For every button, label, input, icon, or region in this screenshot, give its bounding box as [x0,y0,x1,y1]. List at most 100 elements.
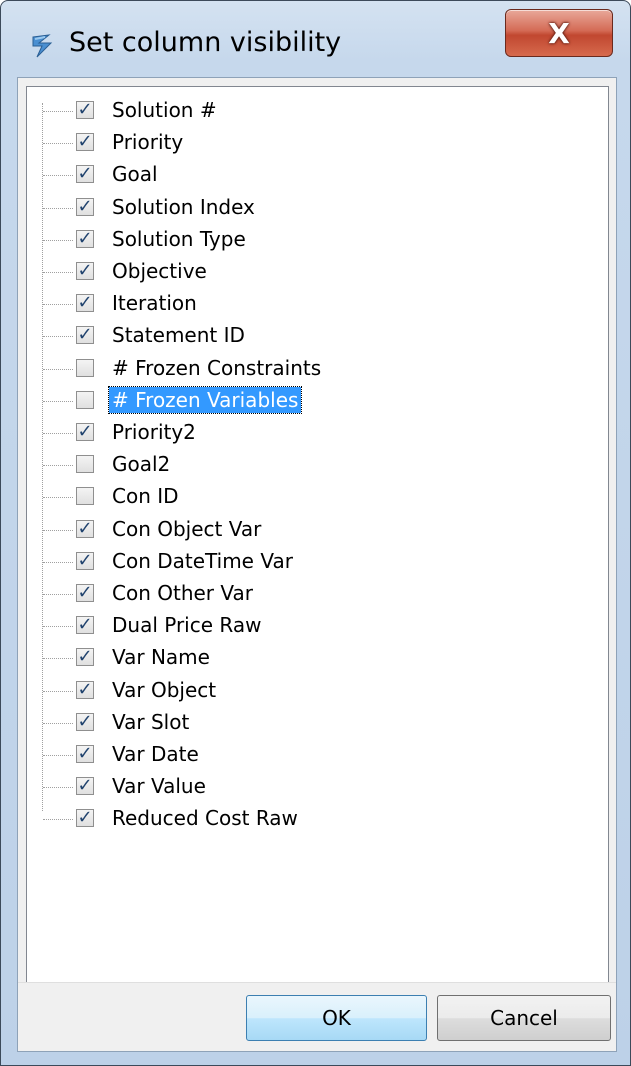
column-item[interactable]: ✓ Statement ID [27,320,608,352]
column-checkbox[interactable]: ✓ [76,227,94,249]
column-checkbox[interactable]: ✓ [76,584,94,602]
column-item[interactable]: ✓ Dual Price Raw [27,610,608,642]
column-label: Solution # [112,98,217,122]
column-checkbox[interactable]: ✓ [76,777,94,796]
checkmark-icon: ✓ [77,163,93,185]
tree-branch-line [43,207,73,209]
column-item[interactable]: ✓ Solution # [27,95,608,127]
checkmark-icon: ✓ [77,292,93,314]
column-checkbox[interactable] [76,390,94,409]
column-item[interactable]: ✓ Solution Index [27,192,608,224]
checkmark-icon: ✓ [77,743,93,764]
column-label: Var Object [112,677,217,702]
column-checkbox[interactable]: ✓ [76,712,94,731]
column-label: Statement ID [112,323,245,348]
tree-branch-line [43,433,73,434]
tree-branch-line [43,368,73,370]
column-checkbox[interactable] [76,455,94,474]
cancel-button[interactable]: Cancel [437,995,611,1041]
column-label: Var Slot [112,709,190,734]
column-item[interactable]: ✓ Var Name [27,642,608,674]
column-checkbox[interactable]: ✓ [76,517,94,539]
tree-branch-line [43,336,73,338]
column-label: Con Object Var [112,516,262,541]
column-checkbox[interactable]: ✓ [76,163,94,185]
title-bar[interactable]: Set column visibility X [1,1,630,89]
column-label: Objective [112,259,207,283]
checkmark-icon: ✓ [77,678,93,700]
app-logo-icon [32,34,53,58]
column-item[interactable]: ✓ Reduced Cost Raw [27,803,608,835]
column-item[interactable]: ✓ Goal [27,159,608,191]
column-checkbox[interactable] [76,358,94,377]
column-item[interactable]: ✓ Iteration [27,288,608,320]
column-label: Var Date [112,742,199,766]
checkmark-icon: ✓ [77,517,93,539]
checkmark-icon: ✓ [77,582,93,603]
checkmark-icon: ✓ [77,227,93,249]
column-label: Var Value [112,774,206,799]
column-checkbox[interactable]: ✓ [76,809,94,828]
column-item[interactable]: ✓ Con Other Var [27,578,608,610]
column-item[interactable]: ✓ Var Value [27,771,608,803]
column-item[interactable]: ✓ Solution Type [27,224,608,256]
column-label: Solution Type [112,226,246,251]
column-checkbox[interactable]: ✓ [76,197,94,216]
column-checkbox[interactable]: ✓ [76,292,94,314]
tree-branch-line [43,239,73,241]
tree-branch-line [43,594,73,595]
column-label: Dual Price Raw [112,613,262,638]
column-label: Priority [112,130,184,155]
tree-branch-line [43,304,73,306]
tree-branch-line [43,400,73,402]
window-title: Set column visibility [69,27,342,58]
column-item[interactable]: ✓ Var Date [27,739,608,771]
column-label: Con Other Var [112,581,253,605]
close-button[interactable]: X [505,9,613,57]
column-label: Solution Index [112,194,255,219]
column-item[interactable]: ✓ Con Object Var [27,514,608,546]
column-label: Reduced Cost Raw [112,806,298,831]
tree-branch-line [43,175,73,177]
checkmark-icon: ✓ [77,549,93,571]
column-checkbox[interactable] [76,487,94,506]
column-item[interactable]: ✓ Con DateTime Var [27,546,608,578]
tree-branch-line [43,626,73,628]
column-checkbox[interactable]: ✓ [76,133,94,152]
column-item[interactable]: ✓ Priority [27,127,608,159]
column-item[interactable]: # Frozen Variables [27,385,608,417]
column-label: Con DateTime Var [112,548,293,573]
column-item[interactable]: Goal2 [27,449,608,481]
column-label: Priority2 [112,420,196,444]
column-checkbox[interactable]: ✓ [76,101,94,119]
tree-branch-line [43,111,73,112]
column-checkbox[interactable]: ✓ [76,648,94,667]
tree-branch-line [43,722,73,724]
column-checkbox[interactable]: ✓ [76,616,94,635]
column-item[interactable]: Con ID [27,481,608,513]
column-checkbox[interactable]: ✓ [76,745,94,763]
column-checkbox[interactable]: ✓ [76,678,94,700]
tree-branch-line [43,819,73,821]
column-label: # Frozen Constraints [112,355,322,380]
column-checkbox[interactable]: ✓ [76,262,94,280]
ok-button[interactable]: OK [246,995,427,1041]
checkmark-icon: ✓ [77,99,93,120]
column-label: Goal2 [112,452,171,477]
column-item[interactable]: ✓ Objective [27,256,608,288]
column-checkbox[interactable]: ✓ [76,423,94,441]
column-label: Iteration [112,291,197,316]
tree-branch-line [43,529,73,531]
checkmark-icon: ✓ [77,260,93,281]
column-item[interactable]: ✓ Priority2 [27,417,608,449]
column-checkbox[interactable]: ✓ [76,549,94,571]
checkmark-icon: ✓ [77,421,93,442]
dialog-client-area: ✓ Solution # ✓ Priority ✓ Goal ✓ Solution Index… [17,77,617,1052]
column-item[interactable]: # Frozen Constraints [27,353,608,385]
column-label: Con ID [112,484,179,509]
column-tree[interactable]: ✓ Solution # ✓ Priority ✓ Goal ✓ Solution Index… [26,86,609,983]
column-item[interactable]: ✓ Var Slot [27,707,608,739]
column-checkbox[interactable]: ✓ [76,326,94,345]
dialog-window: Set column visibility X ✓ Solution # ✓ Prio… [0,0,631,1066]
column-item[interactable]: ✓ Var Object [27,675,608,707]
